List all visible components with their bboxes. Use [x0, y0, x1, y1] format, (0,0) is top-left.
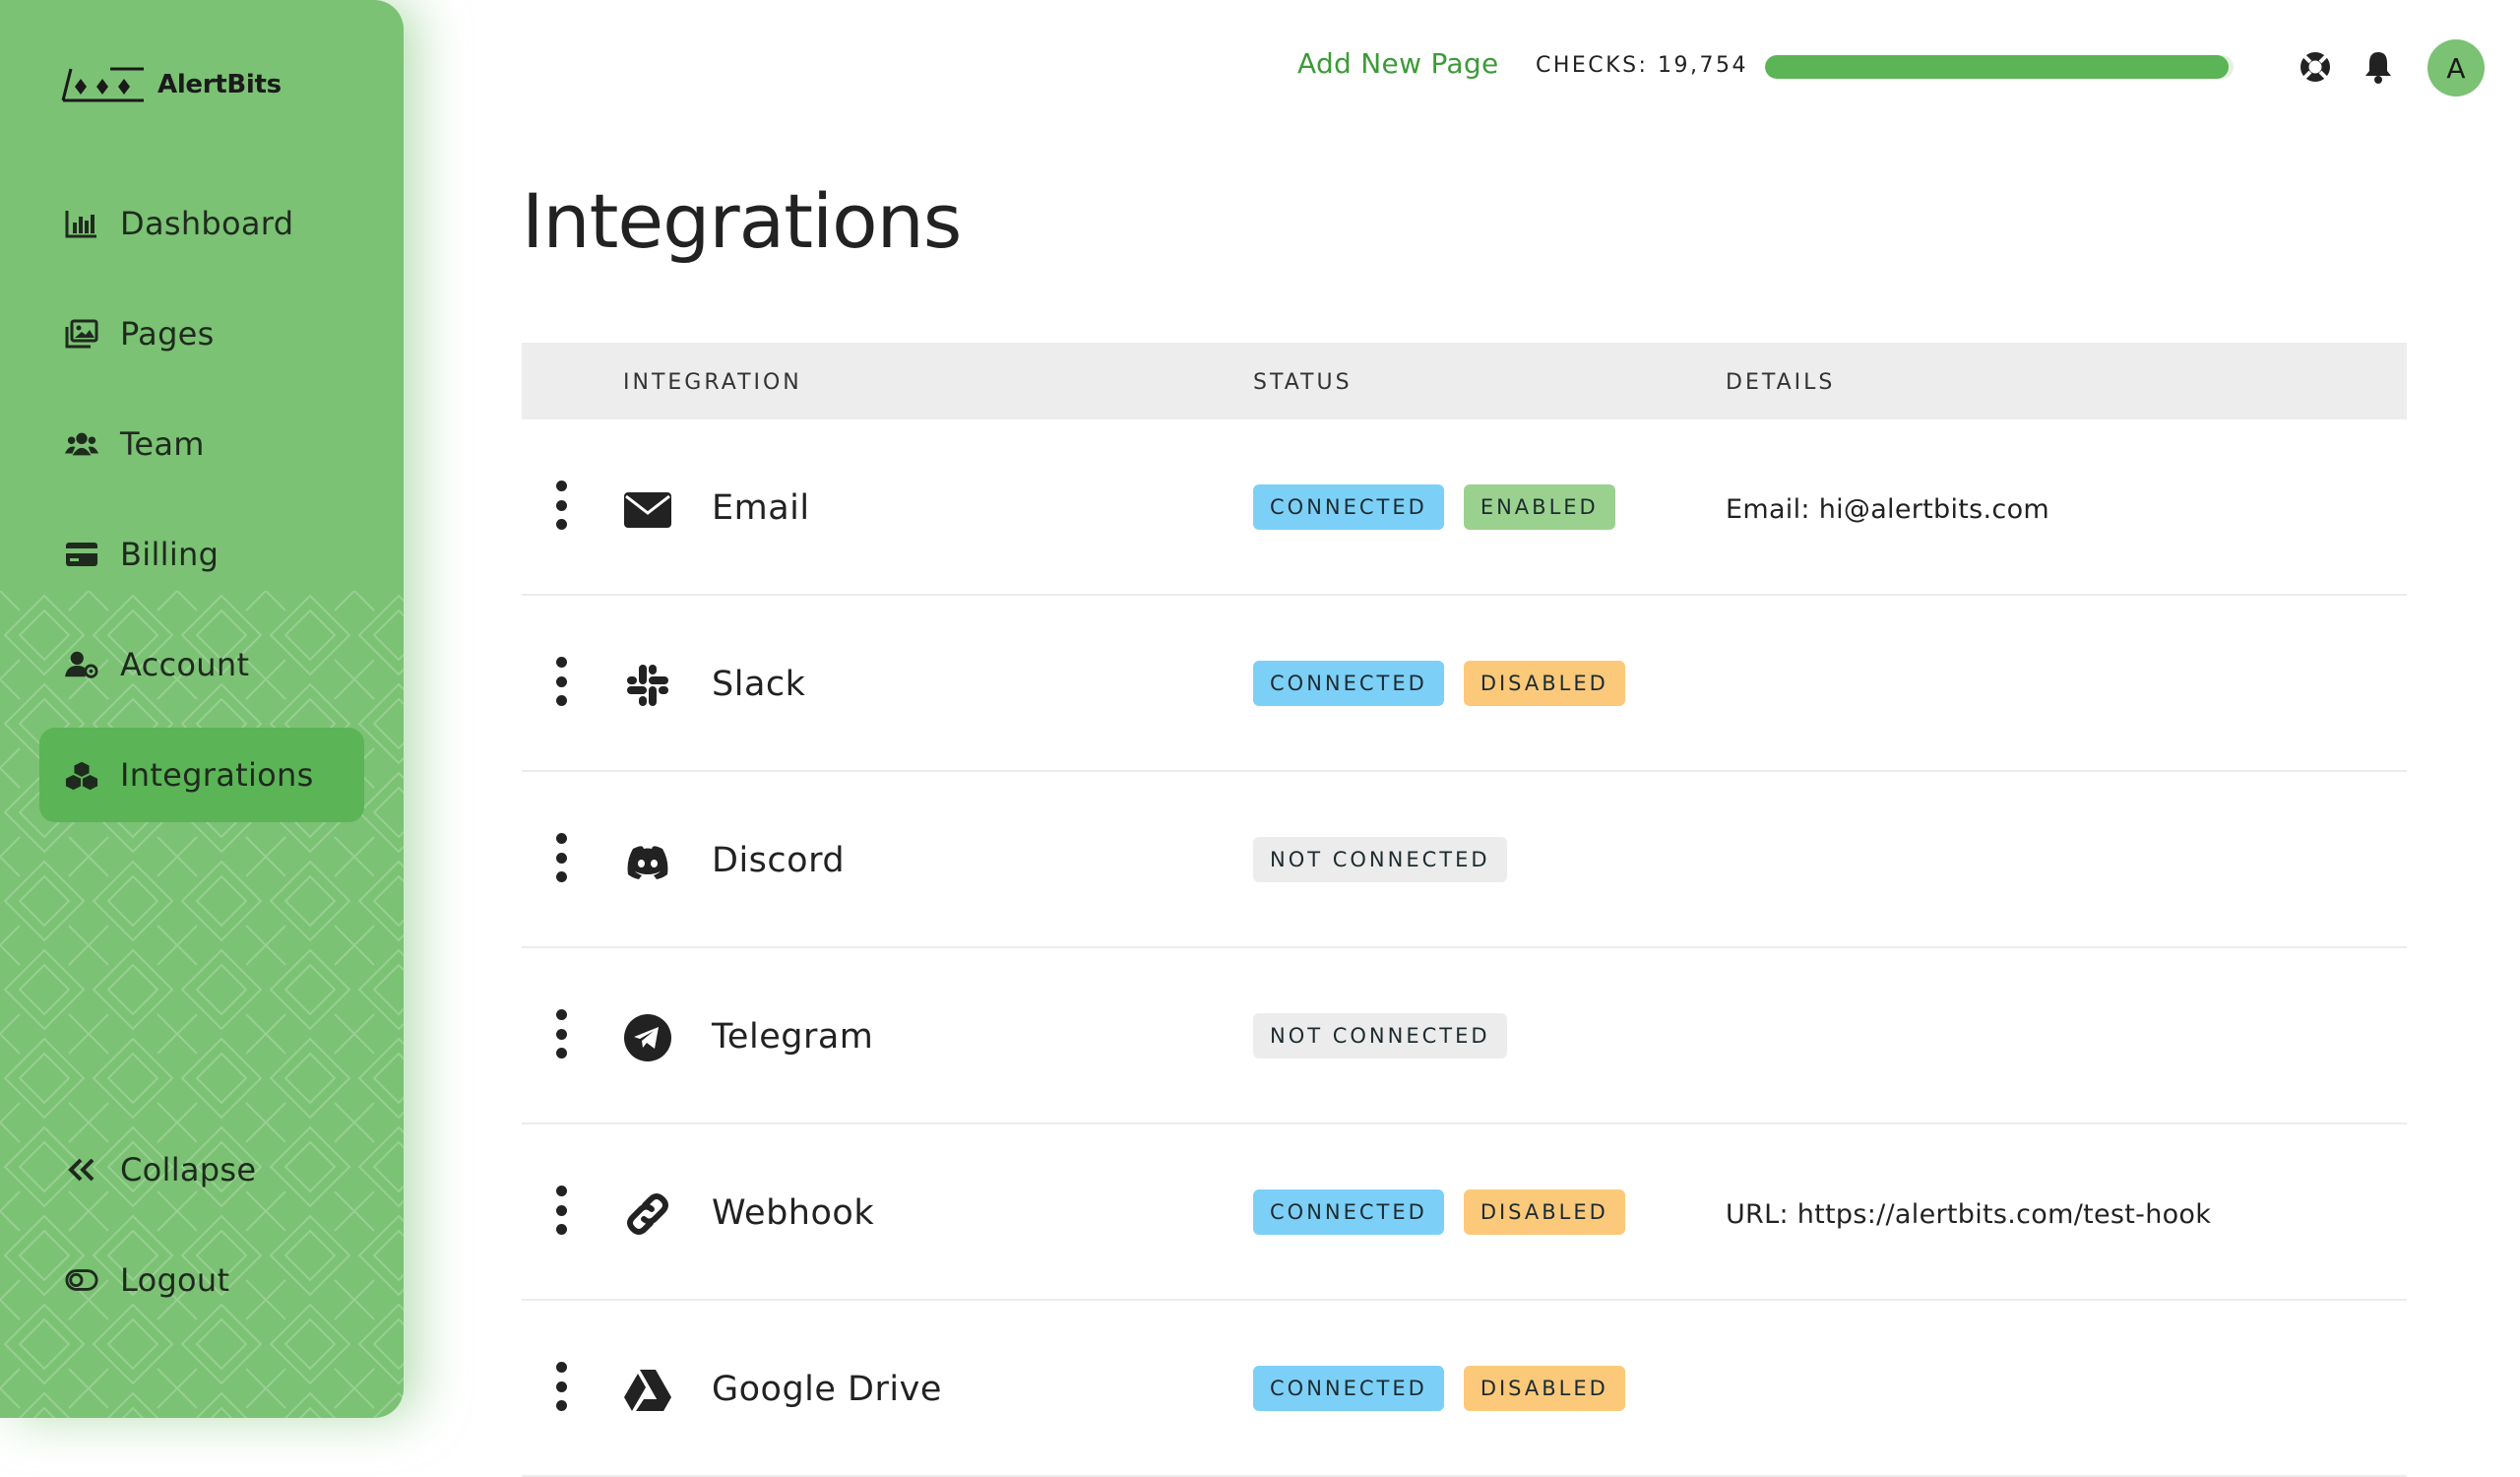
sidebar-item-team[interactable]: Team: [39, 397, 364, 491]
sidebar-collapse-button[interactable]: Collapse: [39, 1123, 364, 1217]
status-badges: CONNECTED DISABLED: [1253, 1366, 1625, 1411]
status-badges: NOT CONNECTED: [1253, 1013, 1507, 1059]
bell-icon[interactable]: [2361, 49, 2396, 85]
status-badge: NOT CONNECTED: [1253, 837, 1507, 882]
sidebar-item-integrations[interactable]: Integrations: [39, 728, 364, 822]
row-menu-button[interactable]: [551, 833, 571, 882]
integration-details: Email: hi@alertbits.com: [1726, 494, 2049, 525]
status-badge: CONNECTED: [1253, 661, 1444, 706]
telegram-icon: [623, 1013, 672, 1062]
status-badge: CONNECTED: [1253, 1366, 1444, 1411]
row-menu-button[interactable]: [551, 1362, 571, 1411]
sidebar-item-account[interactable]: Account: [39, 617, 364, 712]
table-row: Webhook CONNECTED DISABLED URL: https://…: [522, 1124, 2407, 1301]
page-title: Integrations: [522, 177, 962, 265]
status-badge: NOT CONNECTED: [1253, 1013, 1507, 1059]
row-menu-button[interactable]: [551, 1009, 571, 1059]
integration-name: Slack: [712, 665, 806, 704]
user-gear-icon: [65, 648, 98, 681]
status-badges: CONNECTED DISABLED: [1253, 661, 1625, 706]
row-menu-button[interactable]: [551, 657, 571, 706]
sidebar-item-billing[interactable]: Billing: [39, 507, 364, 602]
status-badge: CONNECTED: [1253, 1189, 1444, 1235]
status-badge: DISABLED: [1463, 661, 1625, 706]
user-avatar[interactable]: A: [2427, 39, 2485, 96]
google-drive-icon: [623, 1366, 672, 1415]
sidebar-item-label: Integrations: [120, 756, 314, 794]
images-icon: [65, 317, 98, 351]
integration-name: Discord: [712, 841, 846, 880]
column-header-details: DETAILS: [1726, 370, 1836, 395]
table-header: INTEGRATION STATUS DETAILS: [522, 343, 2407, 419]
status-badges: NOT CONNECTED: [1253, 837, 1507, 882]
table-row: Telegram NOT CONNECTED: [522, 948, 2407, 1124]
sidebar-item-pages[interactable]: Pages: [39, 287, 364, 381]
table-row: Google Drive CONNECTED DISABLED: [522, 1301, 2407, 1477]
integration-details: URL: https://alertbits.com/test-hook: [1726, 1199, 2212, 1230]
discord-icon: [623, 837, 672, 886]
checks-progress-bar: [1765, 55, 2234, 79]
sidebar-item-label: Dashboard: [120, 205, 294, 242]
integrations-table: INTEGRATION STATUS DETAILS Email CONNECT…: [522, 343, 2407, 1477]
app-name: AlertBits: [158, 70, 282, 99]
checks-counter: CHECKS: 19,754: [1536, 53, 1748, 78]
add-new-page-link[interactable]: Add New Page: [1297, 47, 1498, 80]
lifebuoy-icon[interactable]: [2298, 49, 2333, 85]
app-logo[interactable]: AlertBits: [61, 65, 282, 104]
sidebar-item-dashboard[interactable]: Dashboard: [39, 176, 364, 271]
sidebar-item-label: Pages: [120, 315, 215, 353]
integration-name: Email: [712, 488, 810, 528]
status-badge: DISABLED: [1463, 1189, 1625, 1235]
table-row: Discord NOT CONNECTED: [522, 772, 2407, 948]
integration-name: Telegram: [712, 1017, 874, 1057]
row-menu-button[interactable]: [551, 481, 571, 530]
envelope-icon: [623, 484, 672, 534]
slack-icon: [623, 661, 672, 710]
credit-card-icon: [65, 538, 98, 571]
checks-progress-fill: [1765, 55, 2230, 79]
alertbits-logo-icon: [61, 67, 144, 102]
status-badge: CONNECTED: [1253, 484, 1444, 530]
status-badges: CONNECTED DISABLED: [1253, 1189, 1625, 1235]
status-badges: CONNECTED ENABLED: [1253, 484, 1615, 530]
double-chevron-left-icon: [65, 1153, 98, 1187]
status-badge: DISABLED: [1463, 1366, 1625, 1411]
cubes-icon: [65, 758, 98, 792]
sidebar-item-label: Billing: [120, 536, 220, 573]
column-header-integration: INTEGRATION: [623, 370, 802, 395]
sidebar-item-label: Logout: [120, 1261, 230, 1299]
bar-chart-icon: [65, 207, 98, 240]
row-menu-button[interactable]: [551, 1186, 571, 1235]
users-icon: [65, 427, 98, 461]
sidebar: AlertBits Dashboard Pages Team Billing A…: [0, 0, 404, 1418]
integration-name: Google Drive: [712, 1370, 942, 1409]
column-header-status: STATUS: [1253, 370, 1353, 395]
sidebar-logout-button[interactable]: Logout: [39, 1233, 364, 1327]
status-badge: ENABLED: [1463, 484, 1615, 530]
sidebar-item-label: Account: [120, 646, 250, 683]
table-row: Email CONNECTED ENABLED Email: hi@alertb…: [522, 419, 2407, 596]
toggle-icon: [65, 1263, 98, 1297]
table-row: Slack CONNECTED DISABLED: [522, 596, 2407, 772]
sidebar-item-label: Collapse: [120, 1151, 257, 1188]
sidebar-item-label: Team: [120, 425, 205, 463]
link-icon: [623, 1189, 672, 1239]
integration-name: Webhook: [712, 1193, 875, 1233]
